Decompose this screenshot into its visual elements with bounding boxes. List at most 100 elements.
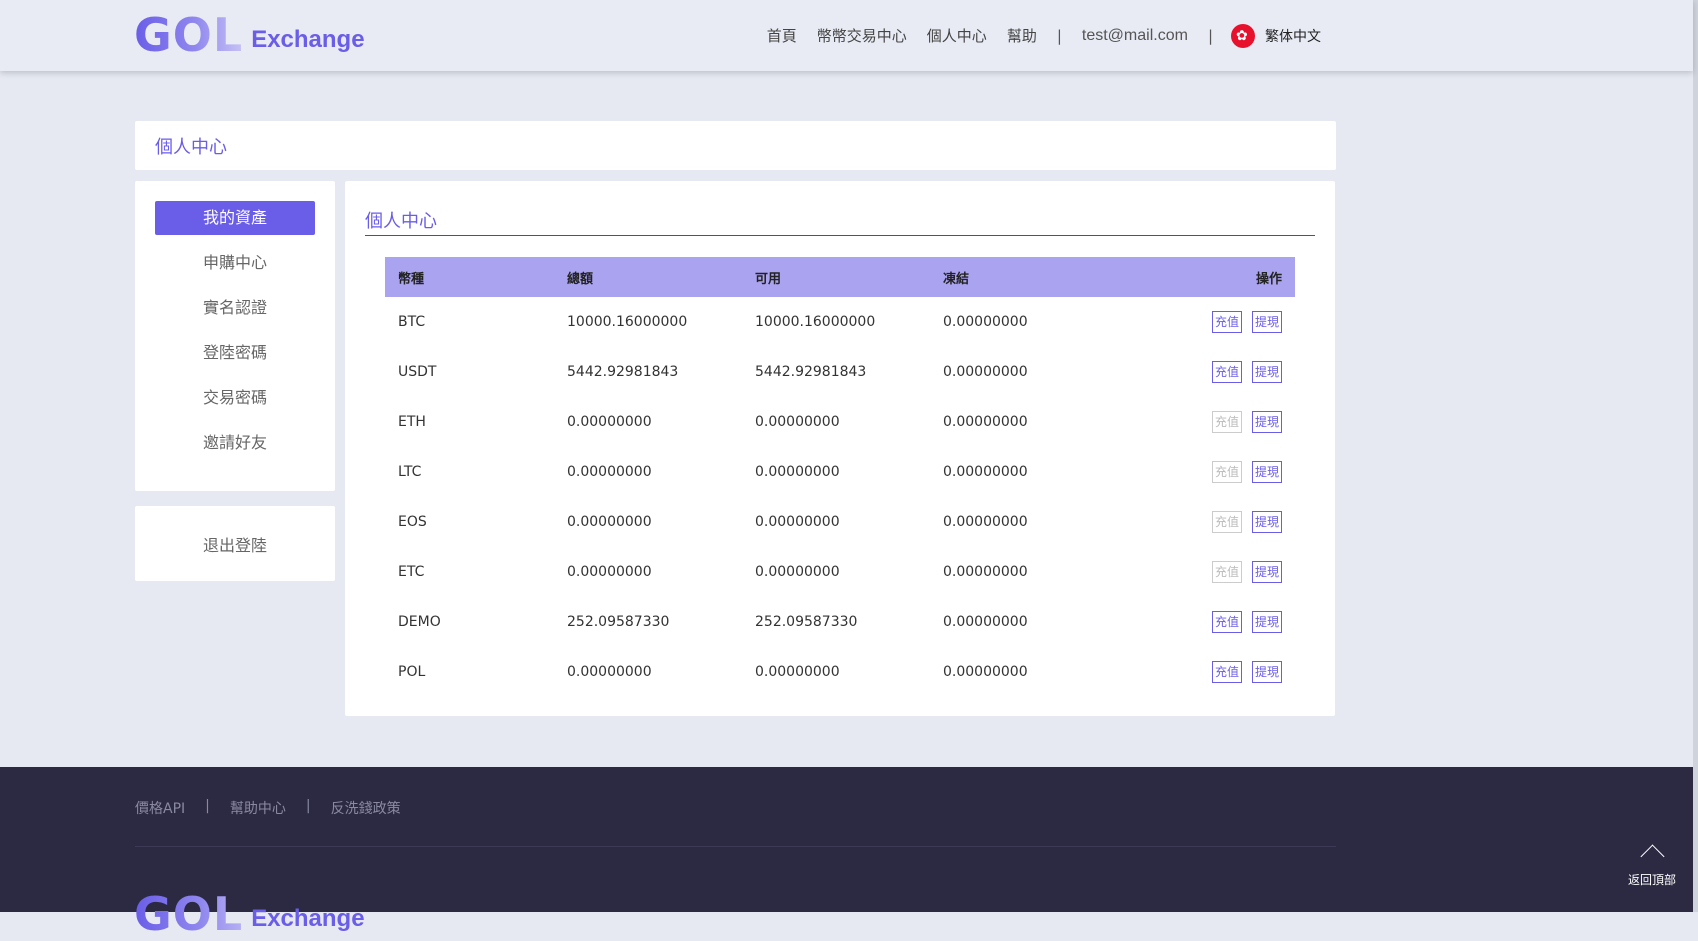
cell-actions: 充值 提現 [1131,411,1295,433]
cell-frozen: 0.00000000 [943,664,1028,680]
sidebar: 我的資產 申購中心 實名認證 登陸密碼 交易密碼 邀請好友 [135,181,335,491]
user-email[interactable]: test@mail.com [1082,27,1188,45]
footer-logo-mark: GOL [134,887,244,941]
table-row: ETC 0.00000000 0.00000000 0.00000000 充值 提現 [385,547,1295,597]
deposit-button[interactable]: 充值 [1212,361,1242,383]
cell-total: 5442.92981843 [567,364,679,380]
nav-personal-center[interactable]: 個人中心 [927,25,987,46]
withdraw-button[interactable]: 提現 [1252,611,1282,633]
footer-link-price-api[interactable]: 價格API [135,798,185,818]
logo-text: Exchange [251,26,365,53]
table-row: BTC 10000.16000000 10000.16000000 0.0000000… [385,297,1295,347]
table-body: BTC 10000.16000000 10000.16000000 0.0000000… [385,297,1295,697]
nav-help[interactable]: 幫助 [1007,25,1037,46]
nav-separator: | [1056,26,1062,45]
cell-coin: BTC [398,314,426,330]
cell-actions: 充值 提現 [1131,361,1295,383]
cell-actions: 充值 提現 [1131,661,1295,683]
top-header: GOL Exchange 首頁 幣幣交易中心 個人中心 幫助 | test@ma… [0,0,1693,71]
cell-actions: 充值 提現 [1131,461,1295,483]
deposit-button[interactable]: 充值 [1212,611,1242,633]
table-row: EOS 0.00000000 0.00000000 0.00000000 充值 提現 [385,497,1295,547]
withdraw-button[interactable]: 提現 [1252,661,1282,683]
withdraw-button[interactable]: 提現 [1252,361,1282,383]
assets-table: 幣種 總額 可用 凍結 操作 BTC 10000.16000000 10000.16… [385,257,1295,697]
table-header: 幣種 總額 可用 凍結 操作 [385,257,1295,297]
top-nav: 首頁 幣幣交易中心 個人中心 幫助 | test@mail.com | 繁体中文 [747,0,1321,71]
table-row: DEMO 252.09587330 252.09587330 0.00000000 充值… [385,597,1295,647]
deposit-button: 充值 [1212,511,1242,533]
footer-separator: | [305,798,311,814]
withdraw-button[interactable]: 提現 [1252,461,1282,483]
footer-link-aml-policy[interactable]: 反洗錢政策 [331,798,401,818]
cell-frozen: 0.00000000 [943,364,1028,380]
table-row: USDT 5442.92981843 5442.92981843 0.00000000… [385,347,1295,397]
withdraw-button[interactable]: 提現 [1252,511,1282,533]
deposit-button[interactable]: 充值 [1212,661,1242,683]
cell-total: 0.00000000 [567,664,652,680]
back-to-top-button[interactable]: 返回頂部 [1622,840,1682,888]
sidebar-item-verification[interactable]: 實名認證 [155,291,315,325]
sidebar-item-trade-password[interactable]: 交易密碼 [155,381,315,415]
sidebar-item-my-assets[interactable]: 我的資產 [155,201,315,235]
cell-actions: 充值 提現 [1131,561,1295,583]
table-row: ETH 0.00000000 0.00000000 0.00000000 充值 提現 [385,397,1295,447]
cell-coin: ETH [398,414,426,430]
deposit-button[interactable]: 充值 [1212,311,1242,333]
table-row: LTC 0.00000000 0.00000000 0.00000000 充值 提現 [385,447,1295,497]
cell-actions: 充值 提現 [1131,511,1295,533]
column-header-total: 總額 [567,271,594,287]
cell-available: 5442.92981843 [755,364,867,380]
panel-title: 個人中心 [365,211,437,232]
logout-button[interactable]: 退出登陸 [203,532,267,556]
cell-available: 0.00000000 [755,414,840,430]
cell-total: 10000.16000000 [567,314,688,330]
cell-coin: DEMO [398,614,441,630]
cell-available: 252.09587330 [755,614,858,630]
language-label: 繁体中文 [1265,28,1321,45]
cell-frozen: 0.00000000 [943,514,1028,530]
cell-available: 10000.16000000 [755,314,876,330]
table-row: POL 0.00000000 0.00000000 0.00000000 充值 提現 [385,647,1295,697]
footer-link-help-center[interactable]: 幫助中心 [230,798,286,818]
nav-home[interactable]: 首頁 [767,25,797,46]
cell-available: 0.00000000 [755,514,840,530]
cell-total: 0.00000000 [567,514,652,530]
nav-trade-center[interactable]: 幣幣交易中心 [817,25,907,46]
cell-coin: ETC [398,564,425,580]
cell-frozen: 0.00000000 [943,464,1028,480]
cell-total: 0.00000000 [567,464,652,480]
cell-actions: 充值 提現 [1131,311,1295,333]
cell-available: 0.00000000 [755,564,840,580]
scrollbar[interactable] [1693,0,1698,912]
deposit-button: 充值 [1212,461,1242,483]
deposit-button: 充值 [1212,411,1242,433]
nav-separator: | [1207,26,1213,45]
cell-frozen: 0.00000000 [943,564,1028,580]
cell-frozen: 0.00000000 [943,314,1028,330]
cell-total: 0.00000000 [567,414,652,430]
cell-total: 252.09587330 [567,614,670,630]
column-header-frozen: 凍結 [943,271,970,287]
column-header-actions: 操作 [1255,271,1282,287]
footer: 價格API | 幫助中心 | 反洗錢政策 GOL Exchange [0,767,1693,937]
logo[interactable]: GOL Exchange [134,12,365,58]
cell-total: 0.00000000 [567,564,652,580]
sidebar-item-subscription[interactable]: 申購中心 [155,246,315,280]
logout-card[interactable]: 退出登陸 [135,506,335,581]
withdraw-button[interactable]: 提現 [1252,311,1282,333]
withdraw-button[interactable]: 提現 [1252,411,1282,433]
column-header-coin: 幣種 [398,271,425,287]
cell-coin: POL [398,664,426,680]
cell-coin: USDT [398,364,437,380]
withdraw-button[interactable]: 提現 [1252,561,1282,583]
title-divider [365,235,1315,236]
sidebar-item-login-password[interactable]: 登陸密碼 [155,336,315,370]
sidebar-item-invite[interactable]: 邀請好友 [155,426,315,460]
logo-mark: GOL [134,8,244,62]
language-switcher[interactable]: 繁体中文 [1231,23,1321,48]
footer-links: 價格API | 幫助中心 | 反洗錢政策 [135,798,401,818]
cell-actions: 充值 提現 [1131,611,1295,633]
column-header-available: 可用 [755,271,782,287]
breadcrumb: 個人中心 [135,121,1336,170]
